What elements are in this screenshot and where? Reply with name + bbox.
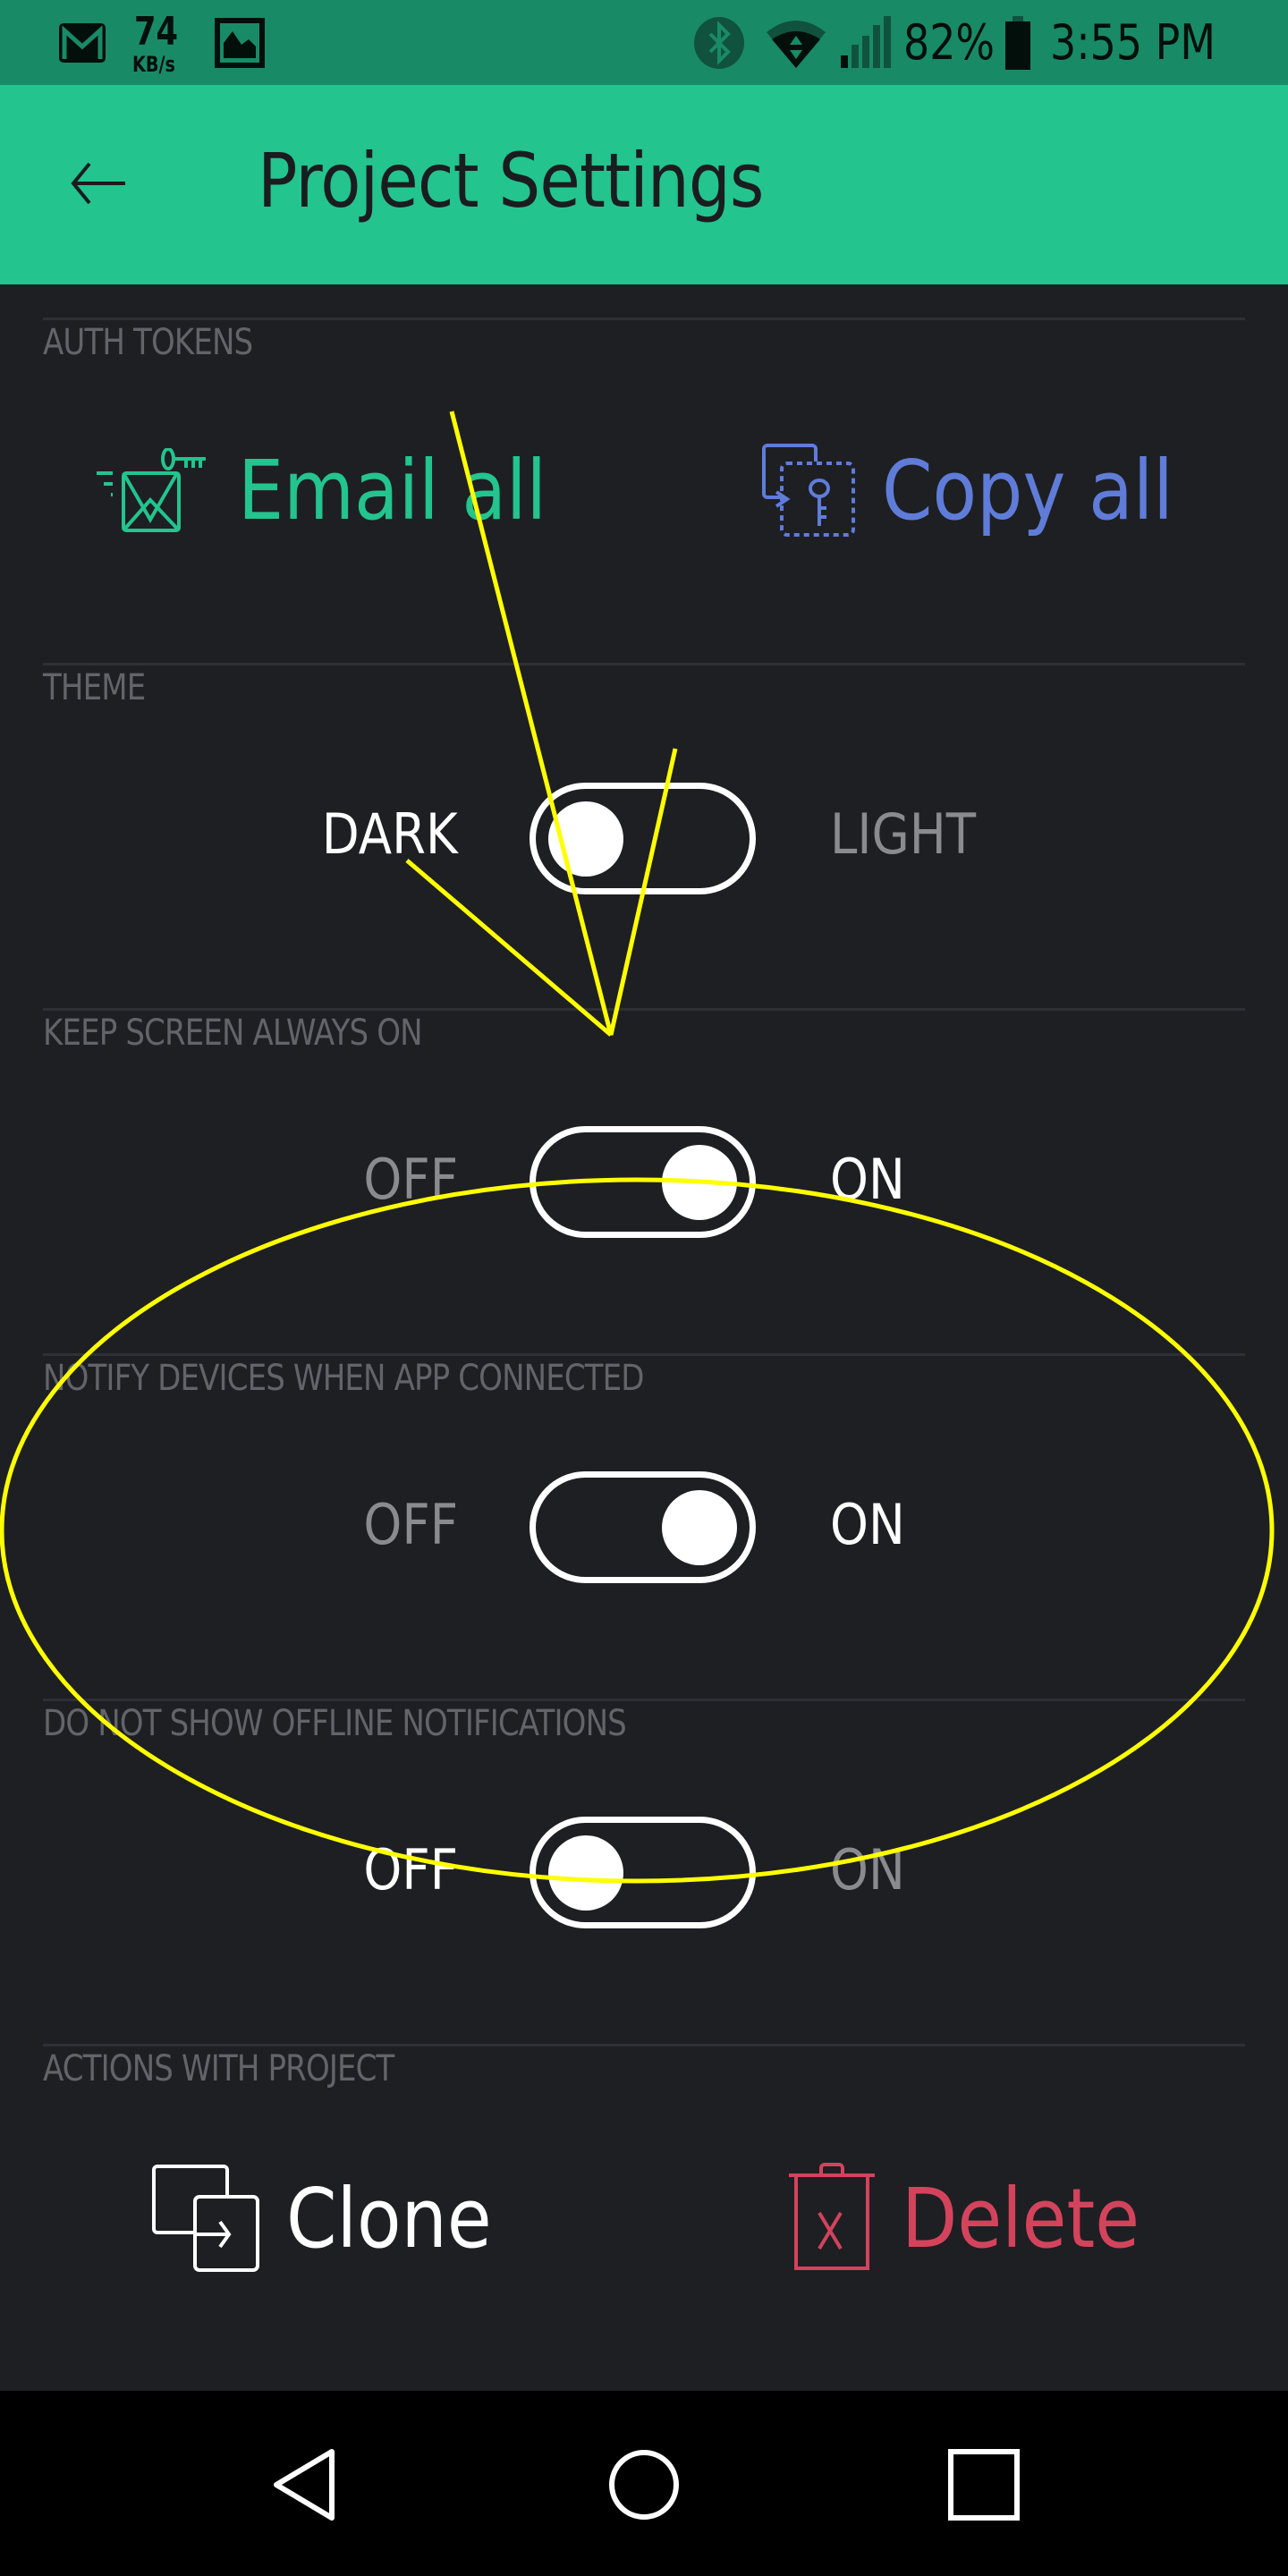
status-bar: 74 KB/s 82% 3:55 PM	[0, 0, 1288, 85]
wifi-icon	[767, 21, 826, 68]
email-key-icon	[97, 448, 206, 532]
divider	[43, 1008, 1245, 1011]
email-all-button[interactable]: Email all	[97, 443, 589, 538]
delete-label: Delete	[902, 2170, 1140, 2267]
clone-label: Clone	[286, 2170, 492, 2267]
app-header: Project Settings	[0, 85, 1288, 284]
delete-button[interactable]: Delete	[787, 2163, 1172, 2274]
notify-off-label[interactable]: OFF	[363, 1492, 458, 1557]
theme-light-label[interactable]: LIGHT	[830, 801, 976, 867]
keep-screen-toggle[interactable]	[530, 1126, 756, 1238]
net-speed-value: 74	[134, 9, 178, 55]
section-label-notify-devices: NOTIFY DEVICES WHEN APP CONNECTED	[43, 1358, 644, 1399]
offline-off-label[interactable]: OFF	[363, 1837, 458, 1902]
section-label-auth-tokens: AUTH TOKENS	[43, 322, 253, 363]
nav-back-icon[interactable]	[264, 2445, 344, 2525]
theme-dark-label[interactable]: DARK	[322, 801, 458, 867]
section-label-keep-screen: KEEP SCREEN ALWAYS ON	[43, 1013, 423, 1054]
keep-screen-off-label[interactable]: OFF	[363, 1147, 458, 1212]
divider	[43, 663, 1245, 665]
arrow-left-icon[interactable]	[64, 148, 136, 219]
clock: 3:55 PM	[1050, 14, 1216, 71]
toggle-knob	[548, 801, 623, 877]
nav-home-icon[interactable]	[604, 2445, 684, 2525]
offline-on-label[interactable]: ON	[830, 1837, 905, 1902]
email-all-label: Email all	[238, 443, 547, 538]
notify-on-label[interactable]: ON	[830, 1492, 905, 1557]
page-title: Project Settings	[258, 137, 764, 225]
keep-screen-on-label[interactable]: ON	[830, 1147, 905, 1212]
offline-notifications-toggle[interactable]	[530, 1817, 756, 1928]
divider	[43, 1699, 1245, 1701]
copy-all-button[interactable]: Copy all	[762, 443, 1213, 538]
copy-key-icon	[762, 443, 855, 537]
net-speed-unit: KB/s	[132, 52, 175, 77]
battery-percent: 82%	[903, 14, 996, 71]
section-label-offline-notifications: DO NOT SHOW OFFLINE NOTIFICATIONS	[43, 1703, 627, 1744]
toggle-knob	[662, 1145, 737, 1220]
divider	[43, 2044, 1245, 2046]
battery-icon	[1005, 16, 1030, 70]
nav-recents-icon[interactable]	[944, 2445, 1024, 2525]
divider	[43, 1353, 1245, 1356]
trash-icon	[789, 2163, 875, 2270]
gmail-icon	[59, 23, 106, 63]
theme-toggle[interactable]	[530, 783, 756, 894]
clone-icon	[152, 2165, 259, 2272]
copy-all-label: Copy all	[882, 443, 1174, 538]
section-label-actions: ACTIONS WITH PROJECT	[43, 2048, 394, 2089]
section-label-theme: THEME	[43, 667, 146, 708]
divider	[43, 318, 1245, 320]
bluetooth-icon	[694, 17, 744, 69]
toggle-knob	[662, 1490, 737, 1565]
signal-icon	[841, 16, 891, 68]
notify-devices-toggle[interactable]	[530, 1471, 756, 1583]
system-nav-bar	[0, 2391, 1288, 2576]
clone-button[interactable]: Clone	[150, 2163, 520, 2274]
gallery-icon	[215, 18, 265, 68]
toggle-knob	[548, 1835, 623, 1911]
